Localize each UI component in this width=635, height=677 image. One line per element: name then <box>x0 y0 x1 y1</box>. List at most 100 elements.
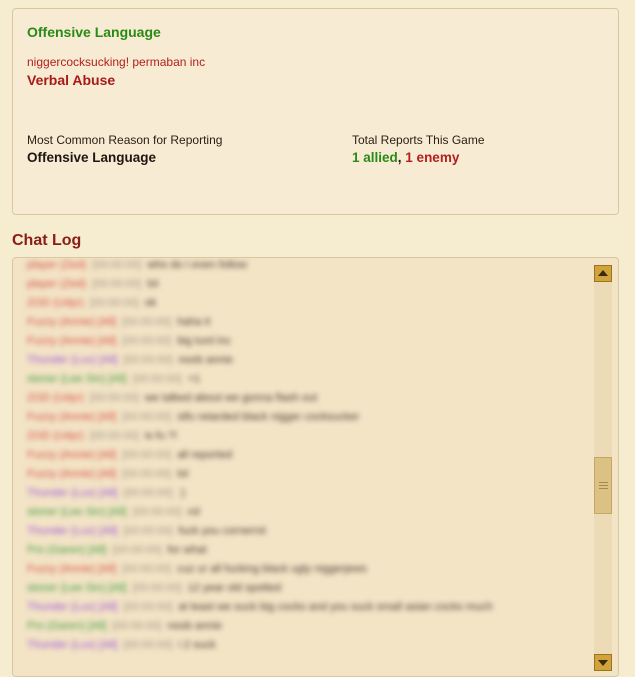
chat-line: Fuzzy (Annie) [All] [00:00:00] big turd in… <box>27 332 587 351</box>
chat-message-text: is fu ?! <box>144 430 178 442</box>
chat-timestamp: [00:00:00] <box>132 582 182 594</box>
chat-line: ZOD (Udyr) [00:00:00] is fu ?! <box>27 427 587 446</box>
chat-message-text: stfu retarded black nigger cocksucker <box>177 411 360 423</box>
arrow-down-icon <box>598 660 608 666</box>
chat-timestamp: [00:00:00] <box>123 525 173 537</box>
chat-line: stoner (Lee Sin) [All] [00:00:00] 12 year … <box>27 579 587 598</box>
chat-player-name: Thunder (Lux) [All] <box>27 354 118 366</box>
chat-player-name: Thunder (Lux) [All] <box>27 601 118 613</box>
chat-line: Thunder (Lux) [All] [00:00:00] i 2 suck <box>27 636 587 655</box>
chat-player-name: ZOD (Udyr) <box>27 392 84 404</box>
chat-message-text: big turd inc <box>177 335 231 347</box>
chat-message-text: we talked about we gonna flash out <box>144 392 318 404</box>
chat-player-name: Thunder (Lux) [All] <box>27 639 118 651</box>
chat-line: Fuzzy (Annie) [All] [00:00:00] lol <box>27 465 587 484</box>
chat-timestamp: [00:00:00] <box>122 411 172 423</box>
chat-player-name: stoner (Lee Sin) [All] <box>27 373 127 385</box>
chat-timestamp: [00:00:00] <box>89 297 139 309</box>
chat-timestamp: [00:00:00] <box>123 601 173 613</box>
chat-line: ZOD (Udyr) [00:00:00] we talked about we g… <box>27 389 587 408</box>
scroll-thumb[interactable] <box>594 457 612 514</box>
report-category-title: Offensive Language <box>27 24 161 40</box>
chat-player-name: stoner (Lee Sin) [All] <box>27 582 127 594</box>
chat-timestamp: [00:00:00] <box>122 316 172 328</box>
chat-timestamp: [00:00:00] <box>112 620 162 632</box>
grip-line <box>599 488 608 489</box>
chat-player-name: Fuzzy (Annie) [All] <box>27 411 117 423</box>
chat-message-text: lol <box>147 278 159 290</box>
chat-line: player (Zed) [00:00:00] who do I even foll… <box>27 258 587 275</box>
chat-timestamp: [00:00:00] <box>132 373 182 385</box>
chat-message-text: :) <box>178 487 186 499</box>
chat-log-panel[interactable]: player (Zed) [00:00:00] who do I even foll… <box>12 257 619 677</box>
chat-line: Fuzzy (Annie) [All] [00:00:00] stfu retard… <box>27 408 587 427</box>
total-reports-label: Total Reports This Game <box>352 133 485 147</box>
chat-message-text: noob annie <box>167 620 222 632</box>
chat-player-name: Fuzzy (Annie) [All] <box>27 335 117 347</box>
chat-line: Thunder (Lux) [All] [00:00:00] fuck you co… <box>27 522 587 541</box>
chat-timestamp: [00:00:00] <box>122 563 172 575</box>
chat-message-text: who do I even follow <box>147 259 247 271</box>
chat-player-name: Pro (Garen) [All] <box>27 620 107 632</box>
chat-timestamp: [00:00:00] <box>132 506 182 518</box>
chat-message-text: rol <box>187 506 200 518</box>
chat-log-title: Chat Log <box>12 232 82 249</box>
chat-line: Fuzzy (Annie) [All] [00:00:00] cuz ur all … <box>27 560 587 579</box>
chat-player-name: player (Zed) <box>27 278 87 290</box>
chat-message-text: all reported <box>177 449 233 461</box>
chat-player-name: Thunder (Lux) [All] <box>27 487 118 499</box>
chat-player-name: Fuzzy (Annie) [All] <box>27 563 117 575</box>
chat-message-text: lol <box>177 468 189 480</box>
chat-timestamp: [00:00:00] <box>123 354 173 366</box>
chat-line: Thunder (Lux) [All] [00:00:00] at least we… <box>27 598 587 617</box>
chat-timestamp: [00:00:00] <box>112 544 162 556</box>
chat-timestamp: [00:00:00] <box>92 278 142 290</box>
chat-line: player (Zed) [00:00:00] lol <box>27 275 587 294</box>
chat-message-text: haha it <box>177 316 211 328</box>
chat-message-text: fuck you cornerrst <box>178 525 266 537</box>
chat-message-text: ok <box>144 297 157 309</box>
chat-line: Pro (Garen) [All] [00:00:00] for what <box>27 541 587 560</box>
chat-player-name: Fuzzy (Annie) [All] <box>27 468 117 480</box>
most-common-reason-value: Offensive Language <box>27 150 157 165</box>
allied-reports-count: 1 allied <box>352 150 398 165</box>
chat-message-text: 12 year old spotted <box>187 582 282 594</box>
most-common-reason-label: Most Common Reason for Reporting <box>27 133 223 147</box>
chat-message-text: +1 <box>187 373 201 385</box>
chat-player-name: Thunder (Lux) [All] <box>27 525 118 537</box>
chat-timestamp: [00:00:00] <box>92 259 142 271</box>
chat-line: Fuzzy (Annie) [All] [00:00:00] all reporte… <box>27 446 587 465</box>
chat-line: stoner (Lee Sin) [All] [00:00:00] rol <box>27 503 587 522</box>
chat-line: ZOD (Udyr) [00:00:00] ok <box>27 294 587 313</box>
chat-player-name: Pro (Garen) [All] <box>27 544 107 556</box>
scroll-down-button[interactable] <box>594 654 612 671</box>
chat-timestamp: [00:00:00] <box>122 335 172 347</box>
chat-player-name: Fuzzy (Annie) [All] <box>27 316 117 328</box>
chat-line: Thunder (Lux) [All] [00:00:00] noob annie <box>27 351 587 370</box>
chat-scrollbar[interactable] <box>594 265 612 671</box>
chat-message-text: at least we suck big cocks and you suck … <box>178 601 493 613</box>
total-reports-value: 1 allied, 1 enemy <box>352 150 459 165</box>
chat-player-name: stoner (Lee Sin) [All] <box>27 506 127 518</box>
chat-message-text: i 2 suck <box>178 639 216 651</box>
reported-message: niggercocksucking! permaban inc <box>27 55 206 69</box>
chat-timestamp: [00:00:00] <box>122 449 172 461</box>
chat-message-text: for what <box>167 544 207 556</box>
chat-timestamp: [00:00:00] <box>123 487 173 499</box>
chat-player-name: ZOD (Udyr) <box>27 297 84 309</box>
chat-timestamp: [00:00:00] <box>122 468 172 480</box>
scroll-up-button[interactable] <box>594 265 612 282</box>
chat-line: Pro (Garen) [All] [00:00:00] noob annie <box>27 617 587 636</box>
chat-timestamp: [00:00:00] <box>89 430 139 442</box>
arrow-up-icon <box>598 270 608 276</box>
chat-player-name: player (Zed) <box>27 259 87 271</box>
report-summary-panel: Offensive Language niggercocksucking! pe… <box>12 8 619 215</box>
chat-player-name: ZOD (Udyr) <box>27 430 84 442</box>
chat-line: Fuzzy (Annie) [All] [00:00:00] haha it <box>27 313 587 332</box>
chat-message-text: noob annie <box>178 354 233 366</box>
grip-line <box>599 485 608 486</box>
chat-log-lines: player (Zed) [00:00:00] who do I even foll… <box>27 258 587 655</box>
grip-line <box>599 482 608 483</box>
chat-timestamp: [00:00:00] <box>89 392 139 404</box>
chat-timestamp: [00:00:00] <box>123 639 173 651</box>
